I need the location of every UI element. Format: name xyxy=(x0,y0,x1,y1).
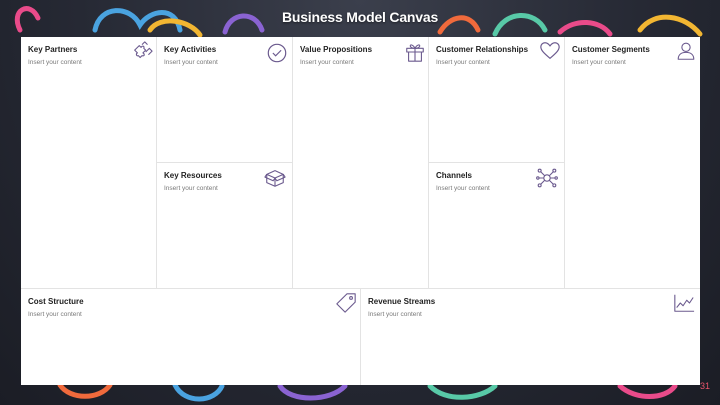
block-placeholder[interactable]: Insert your content xyxy=(164,185,218,192)
network-icon xyxy=(536,167,558,189)
page-number: 31 xyxy=(699,381,710,391)
block-label: Revenue Streams xyxy=(368,297,436,306)
block-value-propositions[interactable]: Value Propositions Insert your content xyxy=(293,37,429,289)
heart-icon xyxy=(539,40,561,62)
block-label: Channels xyxy=(436,171,473,180)
block-placeholder[interactable]: Insert your content xyxy=(436,185,490,192)
block-label: Value Propositions xyxy=(300,45,373,54)
block-label: Key Activities xyxy=(164,45,217,54)
box-icon xyxy=(264,167,286,189)
block-key-partners[interactable]: Key Partners Insert your content xyxy=(21,37,157,289)
block-label: Customer Segments xyxy=(572,45,650,54)
checkmark-circle-icon xyxy=(266,42,288,64)
block-placeholder[interactable]: Insert your content xyxy=(368,311,422,318)
block-placeholder[interactable]: Insert your content xyxy=(572,59,626,66)
block-placeholder[interactable]: Insert your content xyxy=(28,311,82,318)
block-cost-structure[interactable]: Cost Structure Insert your content xyxy=(21,289,361,385)
block-label: Key Resources xyxy=(164,171,222,180)
block-label: Key Partners xyxy=(28,45,78,54)
block-placeholder[interactable]: Insert your content xyxy=(28,59,82,66)
block-key-resources[interactable]: Key Resources Insert your content xyxy=(157,163,293,289)
block-key-activities[interactable]: Key Activities Insert your content xyxy=(157,37,293,163)
user-icon xyxy=(675,40,697,62)
block-channels[interactable]: Channels Insert your content xyxy=(429,163,565,289)
gift-icon xyxy=(404,41,426,63)
block-placeholder[interactable]: Insert your content xyxy=(436,59,490,66)
tag-icon xyxy=(335,292,357,314)
puzzle-icon xyxy=(131,41,153,63)
business-model-canvas: Key Partners Insert your content Key Act… xyxy=(21,37,700,385)
block-placeholder[interactable]: Insert your content xyxy=(164,59,218,66)
line-chart-icon xyxy=(673,292,695,314)
block-label: Customer Relationships xyxy=(436,45,529,54)
block-customer-segments[interactable]: Customer Segments Insert your content xyxy=(565,37,700,289)
block-revenue-streams[interactable]: Revenue Streams Insert your content xyxy=(361,289,700,385)
slide-title: Business Model Canvas xyxy=(281,9,439,25)
block-placeholder[interactable]: Insert your content xyxy=(300,59,354,66)
block-label: Cost Structure xyxy=(28,297,84,306)
block-customer-relationships[interactable]: Customer Relationships Insert your conte… xyxy=(429,37,565,163)
